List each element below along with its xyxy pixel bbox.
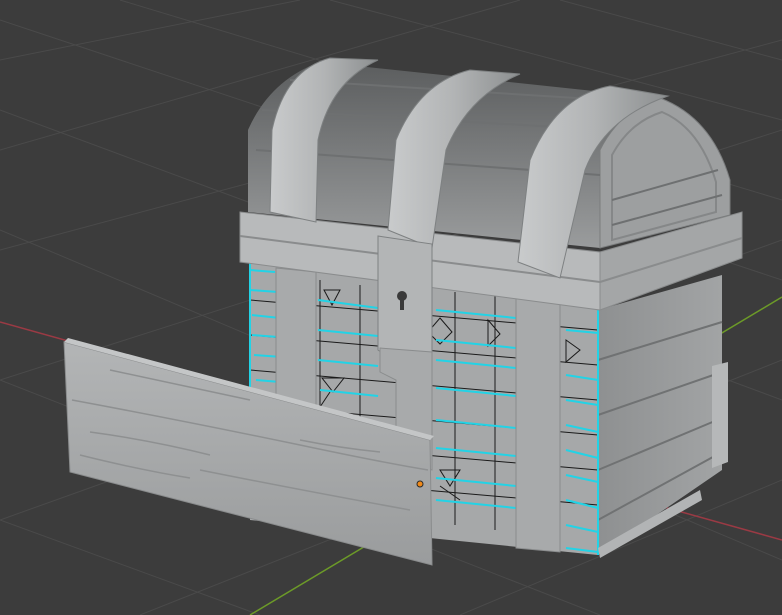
object-origin-point[interactable] xyxy=(416,480,424,488)
viewport-scene[interactable] xyxy=(0,0,782,615)
chest-corner-post xyxy=(712,362,728,468)
3d-viewport[interactable] xyxy=(0,0,782,615)
front-band-right xyxy=(515,295,561,553)
